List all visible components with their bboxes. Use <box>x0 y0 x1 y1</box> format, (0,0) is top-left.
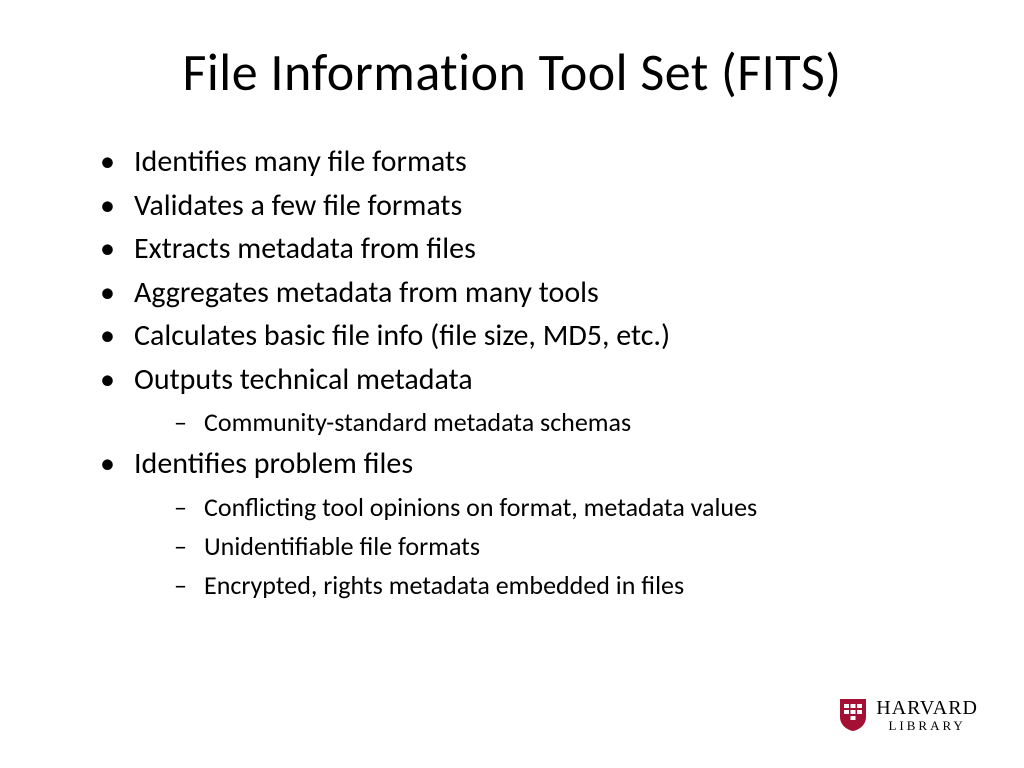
bullet-item: Identifies problem files Conflicting too… <box>100 442 964 605</box>
bullet-item: Calculates basic file info (file size, M… <box>100 314 964 358</box>
bullet-item: Aggregates metadata from many tools <box>100 271 964 315</box>
harvard-library-logo: HARVARD LIBRARY <box>840 698 978 732</box>
bullet-item: Validates a few file formats <box>100 184 964 228</box>
slide-title: File Information Tool Set (FITS) <box>60 40 964 104</box>
bullet-item: Identifies many file formats <box>100 140 964 184</box>
sub-bullet-item: Unidentifiable file formats <box>174 527 964 566</box>
sub-bullet-list: Conflicting tool opinions on format, met… <box>134 488 964 605</box>
bullet-text: Identifies many file formats <box>134 143 467 180</box>
sub-bullet-item: Community-standard metadata schemas <box>174 403 964 442</box>
sub-bullet-item: Conflicting tool opinions on format, met… <box>174 488 964 527</box>
logo-unit: LIBRARY <box>876 719 978 732</box>
logo-org: HARVARD <box>876 698 978 718</box>
sub-bullet-text: Encrypted, rights metadata embedded in f… <box>204 569 684 601</box>
bullet-item: Extracts metadata from files <box>100 227 964 271</box>
bullet-text: Outputs technical metadata <box>134 361 473 398</box>
sub-bullet-text: Community-standard metadata schemas <box>204 406 631 438</box>
bullet-text: Identifies problem files <box>134 445 413 482</box>
slide: File Information Tool Set (FITS) Identif… <box>0 0 1024 768</box>
logo-text: HARVARD LIBRARY <box>876 698 978 732</box>
shield-icon <box>840 699 866 731</box>
sub-bullet-text: Unidentifiable file formats <box>204 530 480 562</box>
bullet-text: Aggregates metadata from many tools <box>134 274 599 311</box>
bullet-text: Calculates basic file info (file size, M… <box>134 317 670 354</box>
bullet-text: Extracts metadata from files <box>134 230 476 267</box>
sub-bullet-item: Encrypted, rights metadata embedded in f… <box>174 566 964 605</box>
bullet-text: Validates a few file formats <box>134 187 462 224</box>
bullet-list: Identifies many file formats Validates a… <box>60 140 964 605</box>
bullet-item: Outputs technical metadata Community-sta… <box>100 358 964 443</box>
sub-bullet-text: Conflicting tool opinions on format, met… <box>204 491 757 523</box>
sub-bullet-list: Community-standard metadata schemas <box>134 403 964 442</box>
